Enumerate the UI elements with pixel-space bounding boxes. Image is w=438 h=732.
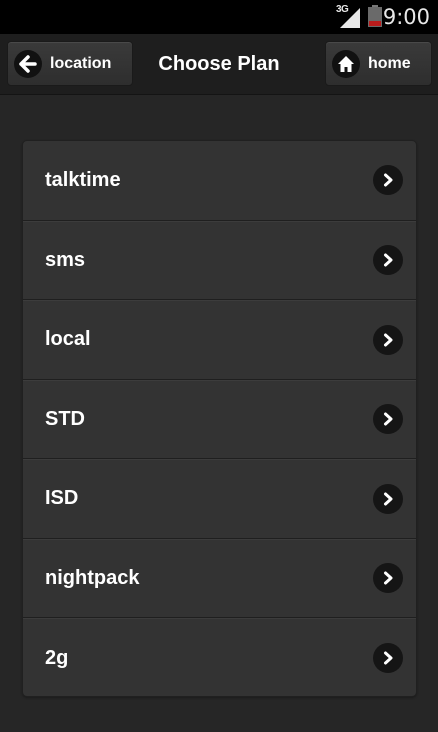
battery-icon xyxy=(368,5,382,27)
chevron-right-icon xyxy=(373,483,403,514)
list-item-std[interactable]: STD xyxy=(23,379,416,459)
list-item-sms[interactable]: sms xyxy=(23,220,416,300)
network-type: 3G xyxy=(336,4,349,15)
chevron-right-icon xyxy=(373,563,403,594)
home-button[interactable]: home xyxy=(325,41,432,86)
home-icon xyxy=(332,49,360,78)
arrow-left-icon xyxy=(14,49,42,78)
header-bar: location Choose Plan home xyxy=(0,34,438,95)
list-item-label: talktime xyxy=(45,168,121,191)
list-item-nightpack[interactable]: nightpack xyxy=(23,538,416,618)
list-item-label: local xyxy=(45,328,91,351)
home-button-label: home xyxy=(368,54,411,72)
list-item-talktime[interactable]: talktime xyxy=(23,141,416,221)
plan-list: talktime sms local STD ISD nightpack 2g xyxy=(22,140,417,697)
back-button-label: location xyxy=(50,54,112,72)
chevron-right-icon xyxy=(373,165,403,196)
list-item-2g[interactable]: 2g xyxy=(23,618,416,696)
status-bar: 3G 9:00 xyxy=(0,0,438,34)
status-time: 9:00 xyxy=(382,5,430,29)
list-item-label: 2g xyxy=(45,646,69,669)
chevron-right-icon xyxy=(373,404,403,435)
list-item-label: ISD xyxy=(45,487,79,510)
back-button[interactable]: location xyxy=(7,41,133,86)
list-item-label: STD xyxy=(45,407,85,430)
list-item-local[interactable]: local xyxy=(23,300,416,380)
list-item-label: nightpack xyxy=(45,566,140,589)
list-item-isd[interactable]: ISD xyxy=(23,459,416,539)
chevron-right-icon xyxy=(373,324,403,355)
list-item-label: sms xyxy=(45,248,86,271)
chevron-right-icon xyxy=(373,245,403,276)
chevron-right-icon xyxy=(373,643,403,674)
